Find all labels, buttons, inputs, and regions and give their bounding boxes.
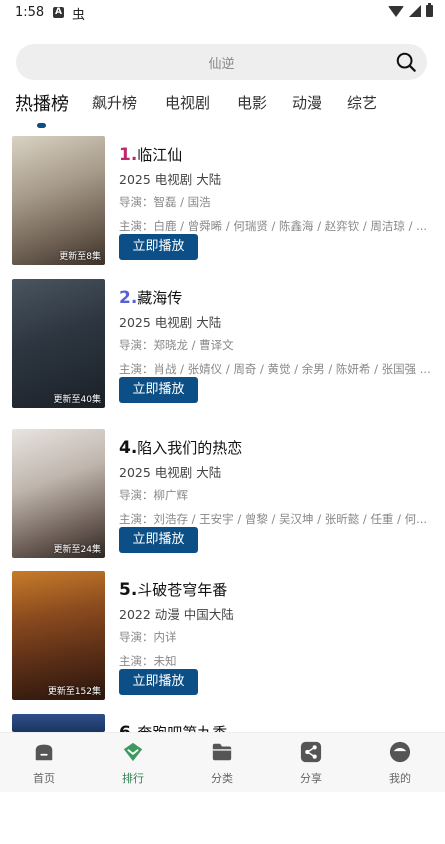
nav-ranking[interactable]: 排行 (98, 741, 168, 786)
title-text: 斗破苍穹年番 (137, 581, 228, 599)
item-meta: 2025 电视剧 大陆 (119, 315, 222, 330)
category-tabs: 热播榜 飙升榜 电视剧 电影 动漫 综艺 (0, 92, 445, 128)
active-tab-indicator (37, 123, 46, 128)
play-button[interactable]: 立即播放 (119, 527, 198, 553)
play-button[interactable]: 立即播放 (119, 377, 198, 403)
item-actors: 主演：白鹿 / 曾舜晞 / 何瑞贤 / 陈鑫海 / 赵弈钦 / 周洁琼 / ..… (119, 219, 428, 233)
battery-icon (426, 3, 433, 17)
tab-hot[interactable]: 热播榜 (15, 90, 69, 116)
item-title[interactable]: 2.藏海传 (119, 287, 182, 308)
tab-rising[interactable]: 飙升榜 (92, 92, 137, 113)
nav-category-label: 分类 (211, 772, 233, 785)
item-director: 导演：内详 (119, 630, 177, 644)
title-text: 藏海传 (137, 289, 183, 307)
profile-icon (389, 741, 411, 763)
poster-image[interactable]: 更新至8集 (12, 136, 105, 265)
share-icon (300, 741, 322, 763)
signal-icon (409, 5, 421, 17)
bug-notification-icon: 虫 (72, 8, 86, 23)
ranking-icon (123, 742, 143, 762)
title-text: 陷入我们的热恋 (137, 439, 243, 457)
tab-variety[interactable]: 综艺 (347, 92, 377, 113)
rank-number: 4. (119, 438, 138, 458)
poster-image[interactable]: 更新至152集 (12, 571, 105, 700)
nav-ranking-label: 排行 (122, 772, 144, 785)
poster-image[interactable]: 更新至40集 (12, 279, 105, 408)
update-badge: 更新至152集 (47, 687, 101, 697)
play-button[interactable]: 立即播放 (119, 234, 198, 260)
bottom-navigation: 首页 排行 分类 分享 我的 (0, 732, 445, 792)
tab-movie[interactable]: 电影 (237, 92, 267, 113)
item-title[interactable]: 1.临江仙 (119, 144, 182, 165)
item-title[interactable]: 4.陷入我们的热恋 (119, 437, 242, 458)
nav-home-label: 首页 (33, 772, 55, 785)
tab-tv[interactable]: 电视剧 (165, 92, 210, 113)
item-meta: 2025 电视剧 大陆 (119, 172, 222, 187)
list-item[interactable]: 更新至24集 4.陷入我们的热恋 2025 电视剧 大陆 导演：柳广辉 主演：刘… (12, 429, 433, 559)
nav-category[interactable]: 分类 (187, 741, 257, 786)
rank-number: 2. (119, 288, 138, 308)
nav-home[interactable]: 首页 (9, 741, 79, 786)
folder-icon (212, 743, 232, 761)
nav-profile-label: 我的 (389, 772, 411, 785)
item-actors: 主演：刘浩存 / 王安宇 / 曾黎 / 吴汉坤 / 张昕懿 / 任重 / 何..… (119, 512, 428, 526)
home-icon (35, 744, 53, 761)
update-badge: 更新至40集 (53, 395, 101, 405)
item-director: 导演：智磊 / 国浩 (119, 195, 211, 209)
a-notification-icon: A (53, 7, 64, 18)
item-meta: 2025 电视剧 大陆 (119, 465, 222, 480)
item-title[interactable]: 5.斗破苍穹年番 (119, 579, 227, 600)
item-actors: 主演：未知 (119, 654, 177, 668)
item-meta: 2022 动漫 中国大陆 (119, 607, 234, 622)
update-badge: 更新至8集 (59, 252, 101, 262)
list-item[interactable]: 更新至8集 1.临江仙 2025 电视剧 大陆 导演：智磊 / 国浩 主演：白鹿… (12, 136, 433, 266)
wifi-icon (388, 5, 404, 17)
search-icon[interactable] (395, 51, 417, 73)
poster-image[interactable] (12, 714, 105, 732)
nav-share[interactable]: 分享 (276, 741, 346, 786)
list-item[interactable]: 更新至40集 2.藏海传 2025 电视剧 大陆 导演：郑晓龙 / 曹译文 主演… (12, 279, 433, 409)
nav-profile[interactable]: 我的 (365, 741, 435, 786)
rank-number: 5. (119, 580, 138, 600)
rank-number: 1. (119, 145, 138, 165)
play-button[interactable]: 立即播放 (119, 669, 198, 695)
nav-share-label: 分享 (300, 772, 322, 785)
item-director: 导演：柳广辉 (119, 488, 188, 502)
item-actors: 主演：肖战 / 张婧仪 / 周奇 / 黄觉 / 余男 / 陈妍希 / 张国强 .… (119, 362, 431, 376)
item-director: 导演：郑晓龙 / 曹译文 (119, 338, 234, 352)
title-text: 临江仙 (137, 146, 183, 164)
status-time: 1:58 (15, 5, 45, 20)
status-bar: 1:58 A 虫 (0, 0, 445, 26)
tab-anime[interactable]: 动漫 (292, 92, 322, 113)
list-item[interactable]: 更新至152集 5.斗破苍穹年番 2022 动漫 中国大陆 导演：内详 主演：未… (12, 571, 433, 701)
search-input[interactable]: 仙逆 (16, 53, 427, 72)
update-badge: 更新至24集 (53, 545, 101, 555)
search-bar[interactable]: 仙逆 (16, 44, 427, 80)
poster-image[interactable]: 更新至24集 (12, 429, 105, 558)
